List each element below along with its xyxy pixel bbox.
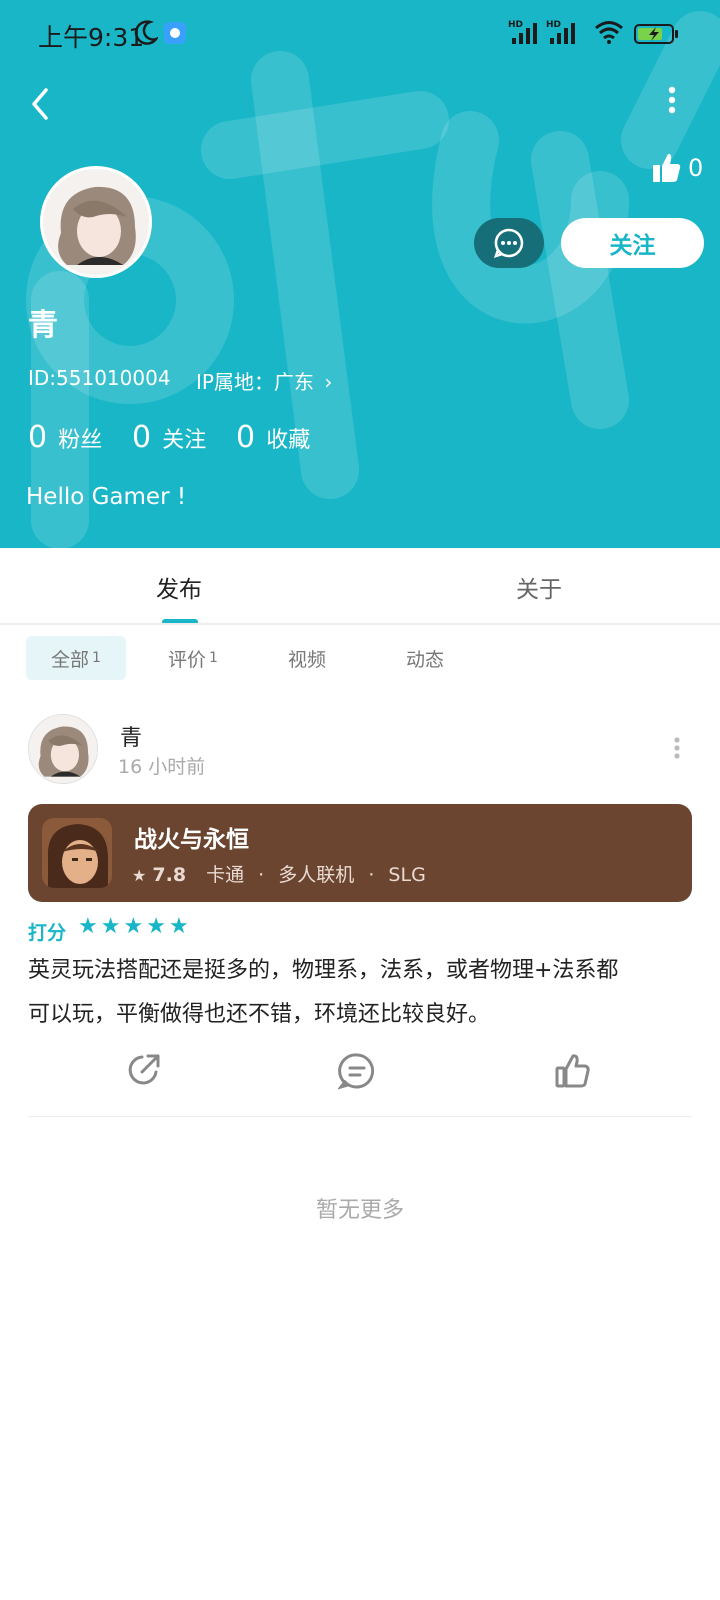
game-tag: 多人联机 — [278, 864, 355, 886]
tab-about[interactable]: 关于 — [516, 570, 562, 604]
game-meta: ★ 7.8 卡通 · 多人联机 · SLG — [132, 860, 426, 887]
thumbs-up-icon — [653, 153, 681, 182]
fans-stat[interactable]: 0 粉丝 — [28, 420, 102, 455]
filter-all[interactable]: 全部 1 — [26, 636, 126, 680]
share-icon — [128, 1054, 160, 1085]
rating-star-icon: ★ — [100, 914, 121, 939]
filter-all-label: 全部 — [51, 648, 90, 671]
rating-star-icon: ★ — [123, 914, 144, 939]
share-button[interactable] — [126, 1052, 162, 1088]
filter-review-count: 1 — [209, 650, 218, 666]
status-time: 上午9:31 — [38, 23, 145, 52]
no-more-text: 暂无更多 — [315, 1198, 404, 1223]
post-author-name[interactable]: 青 — [120, 720, 142, 752]
profile-username: 青 — [28, 308, 58, 343]
favorites-label: 收藏 — [266, 428, 311, 453]
comment-icon — [336, 1053, 375, 1090]
tab-publish[interactable]: 发布 — [156, 570, 202, 604]
moon-icon — [134, 20, 160, 50]
post-author-avatar[interactable] — [28, 714, 98, 784]
app-notification-icon — [164, 22, 186, 44]
following-stat[interactable]: 0 关注 — [132, 420, 206, 455]
profile-header: 上午9:31 HD HD 0 关注 青 ID:551010004 IP属地：广东… — [0, 0, 720, 548]
favorites-count: 0 — [236, 420, 256, 455]
tag-separator: · — [368, 864, 375, 886]
thumbs-up-outline-icon — [555, 1054, 590, 1088]
tab-divider — [0, 623, 720, 625]
filter-review[interactable]: 评价 1 — [168, 636, 218, 680]
following-label: 关注 — [162, 428, 207, 453]
wifi-icon — [594, 20, 624, 48]
message-button[interactable] — [474, 218, 544, 268]
follow-button[interactable]: 关注 — [561, 218, 704, 268]
fans-count: 0 — [28, 420, 48, 455]
post-content-line-2: 可以玩，平衡做得也还不错，环境还比较良好。 — [28, 1002, 491, 1027]
star-icon: ★ — [132, 866, 147, 885]
ip-location-link[interactable]: IP属地：广东 › — [196, 366, 332, 395]
filter-all-count: 1 — [92, 650, 101, 666]
filter-video[interactable]: 视频 — [288, 636, 326, 680]
chat-bubble-icon — [493, 228, 524, 259]
like-count: 0 — [688, 154, 704, 182]
like-button[interactable]: 0 — [652, 152, 708, 188]
ip-location-text: IP属地：广东 — [196, 370, 314, 394]
profile-bio: Hello Gamer ! — [26, 484, 187, 510]
post-divider — [28, 1116, 692, 1117]
chevron-right-icon: › — [324, 370, 333, 394]
post-content-line-1: 英灵玩法搭配还是挺多的，物理系，法系，或者物理+法系都 — [28, 958, 619, 983]
favorites-stat[interactable]: 0 收藏 — [236, 420, 310, 455]
score-label: 打分 — [28, 922, 67, 944]
filter-review-label: 评价 — [168, 648, 207, 671]
rating-star-icon: ★ — [78, 914, 98, 939]
following-count: 0 — [132, 420, 152, 455]
game-title: 战火与永恒 — [134, 827, 249, 853]
filter-moment[interactable]: 动态 — [406, 636, 444, 680]
fans-label: 粉丝 — [58, 428, 103, 453]
more-options-icon[interactable] — [664, 86, 680, 116]
tag-separator: · — [258, 864, 265, 886]
user-id: ID:551010004 — [28, 366, 171, 390]
profile-avatar[interactable] — [40, 166, 152, 278]
game-rating: 7.8 — [152, 864, 187, 886]
back-icon[interactable] — [26, 86, 56, 122]
rating-stars: ★ ★ ★ ★ ★ — [78, 914, 192, 939]
post-time: 16 小时前 — [118, 756, 206, 778]
battery-icon — [634, 24, 680, 48]
game-card[interactable]: 战火与永恒 ★ 7.8 卡通 · 多人联机 · SLG — [28, 804, 692, 902]
like-post-button[interactable] — [554, 1052, 592, 1090]
rating-star-icon: ★ — [146, 914, 166, 939]
game-icon — [42, 818, 112, 888]
game-tag: SLG — [388, 864, 426, 886]
rating-star-icon: ★ — [168, 914, 189, 939]
post-more-icon[interactable] — [670, 736, 684, 762]
comment-button[interactable] — [336, 1052, 376, 1090]
game-tag: 卡通 — [206, 864, 245, 886]
